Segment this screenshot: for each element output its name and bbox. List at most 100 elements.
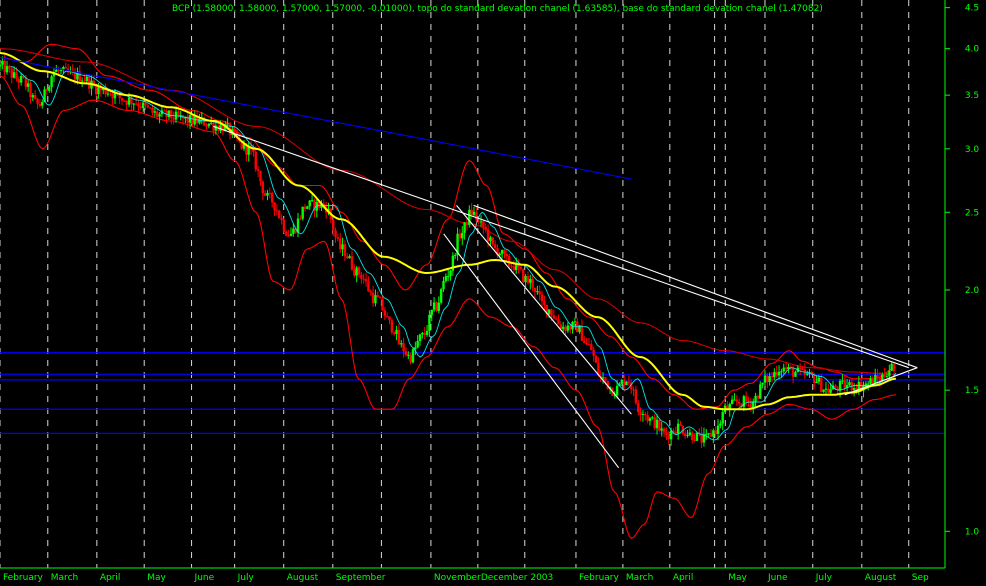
month-label: May bbox=[728, 573, 747, 582]
candle-body bbox=[712, 430, 715, 437]
candle-body bbox=[270, 193, 274, 203]
candle-body bbox=[615, 385, 619, 396]
candle-body bbox=[109, 93, 112, 95]
candle-body bbox=[289, 233, 293, 236]
candle-body bbox=[754, 395, 757, 402]
candle-body bbox=[282, 219, 286, 232]
candle-body bbox=[463, 222, 466, 233]
y-tick-label: 2.5 bbox=[965, 208, 979, 218]
month-label: August bbox=[287, 573, 319, 582]
candle-body bbox=[461, 232, 464, 239]
candle-body bbox=[442, 280, 445, 290]
candle-body bbox=[693, 439, 696, 441]
candle-body bbox=[622, 380, 626, 386]
candle-body bbox=[205, 125, 208, 127]
candle-body bbox=[19, 76, 23, 83]
candle-body bbox=[55, 69, 58, 73]
candle-body bbox=[404, 351, 408, 356]
candle-body bbox=[590, 344, 593, 351]
candle-body bbox=[653, 417, 656, 429]
candle-body bbox=[660, 428, 663, 431]
candle-body bbox=[524, 276, 527, 283]
candle-body bbox=[547, 309, 551, 314]
candle-body bbox=[838, 381, 842, 391]
candle-body bbox=[153, 111, 157, 113]
candle-body bbox=[756, 395, 760, 399]
month-label: March bbox=[51, 573, 78, 582]
candle-body bbox=[761, 382, 764, 385]
candle-body bbox=[254, 151, 257, 170]
candle-body bbox=[625, 381, 628, 386]
candle-body bbox=[41, 102, 44, 106]
candle-body bbox=[505, 254, 509, 257]
candle-body bbox=[655, 419, 659, 429]
candle-body bbox=[777, 371, 781, 376]
candle-body bbox=[489, 237, 492, 241]
month-label: July bbox=[815, 573, 833, 582]
candle-body bbox=[353, 269, 356, 276]
candle-body bbox=[691, 432, 694, 440]
candle-body bbox=[817, 377, 821, 382]
candle-body bbox=[339, 238, 342, 250]
candle-body bbox=[409, 354, 412, 363]
candle-body bbox=[111, 93, 114, 99]
candle-body bbox=[627, 381, 631, 383]
candle-body bbox=[852, 388, 856, 391]
candle-body bbox=[278, 210, 281, 219]
candle-body bbox=[805, 373, 809, 375]
candle-body bbox=[491, 237, 494, 245]
candle-body bbox=[172, 118, 175, 120]
candle-body bbox=[50, 76, 53, 88]
candle-body bbox=[139, 106, 142, 108]
candle-body bbox=[493, 244, 497, 249]
candle-body bbox=[554, 318, 558, 320]
candle-body bbox=[867, 383, 870, 385]
candle-body bbox=[892, 363, 896, 372]
candle-body bbox=[876, 375, 879, 379]
candle-body bbox=[766, 375, 769, 383]
candle-body bbox=[768, 376, 771, 383]
candle-body bbox=[634, 389, 638, 403]
price-chart: February March April May June July August Septe… bbox=[0, 0, 986, 583]
candle-body bbox=[388, 316, 391, 321]
chart-title: BCP (1.58000, 1.58000, 1.57000, 1.57000,… bbox=[172, 4, 823, 14]
candle-body bbox=[287, 235, 290, 237]
candle-body bbox=[0, 64, 2, 67]
candle-body bbox=[346, 256, 349, 259]
candle-body bbox=[15, 72, 18, 79]
candle-body bbox=[707, 433, 710, 435]
month-label: June bbox=[767, 573, 788, 582]
candle-body bbox=[695, 432, 699, 441]
candle-body bbox=[791, 368, 795, 377]
candle-body bbox=[395, 329, 398, 334]
candle-body bbox=[378, 297, 382, 299]
candle-body bbox=[538, 291, 541, 295]
candle-body bbox=[432, 302, 436, 310]
candle-body bbox=[106, 93, 110, 95]
candle-body bbox=[883, 374, 886, 377]
candle-body bbox=[83, 80, 86, 82]
candle-body bbox=[31, 95, 35, 98]
candle-body bbox=[564, 326, 567, 331]
candle-body bbox=[367, 281, 370, 292]
candle-body bbox=[749, 402, 753, 408]
candle-body bbox=[888, 370, 891, 377]
candle-body bbox=[299, 218, 302, 220]
candle-body bbox=[64, 67, 67, 69]
candle-body bbox=[714, 430, 717, 434]
candle-body bbox=[848, 382, 851, 386]
candle-body bbox=[468, 209, 471, 225]
candle-body bbox=[132, 103, 135, 105]
candle-body bbox=[127, 97, 131, 105]
candle-body bbox=[526, 276, 530, 283]
candle-body bbox=[829, 389, 832, 393]
candle-body bbox=[97, 87, 100, 95]
candle-body bbox=[26, 83, 30, 87]
candle-body bbox=[775, 372, 778, 376]
candle-body bbox=[482, 221, 485, 227]
candle-body bbox=[782, 367, 785, 372]
candle-body bbox=[705, 434, 708, 436]
candle-body bbox=[510, 265, 513, 267]
candle-body bbox=[498, 253, 502, 255]
candle-body bbox=[45, 89, 49, 91]
